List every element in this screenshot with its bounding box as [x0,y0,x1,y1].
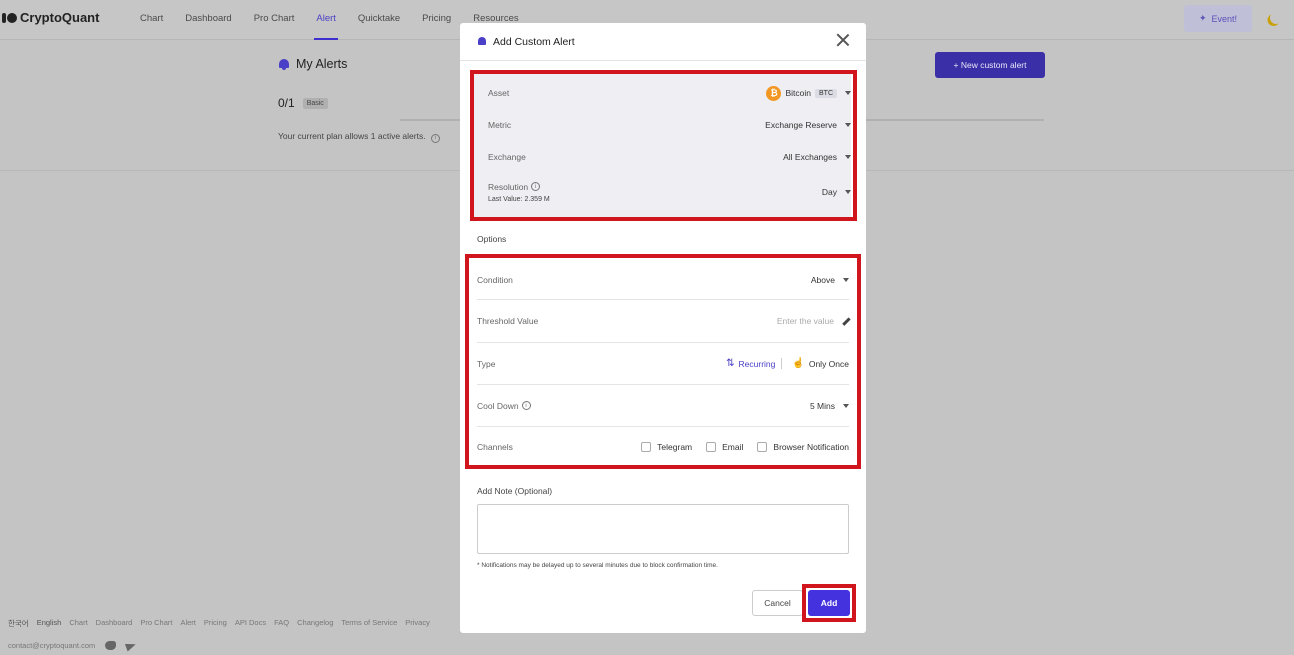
footer-link-terms[interactable]: Terms of Service [341,618,397,629]
footer-link-pricing[interactable]: Pricing [204,618,227,629]
nav-item-alert[interactable]: Alert [314,13,338,40]
lang-english[interactable]: English [37,618,62,629]
new-custom-alert-button[interactable]: + New custom alert [935,52,1045,78]
logo[interactable]: CryptoQuant [2,10,99,25]
alert-count: 0/1 Basic [278,96,328,110]
options-label: Options [477,234,507,244]
dark-mode-moon-icon[interactable] [1268,10,1283,25]
modal-title: Add Custom Alert [493,35,575,48]
add-button[interactable]: Add [808,590,850,616]
highlight-box-source [470,70,857,221]
my-alerts-header: My Alerts [278,57,347,71]
contact-email[interactable]: contact@cryptoquant.com [8,641,95,650]
note-label: Add Note (Optional) [477,486,553,496]
event-button[interactable]: ✦ Event! [1184,5,1252,32]
footer-link-api-docs[interactable]: API Docs [235,618,266,629]
plan-text: Your current plan allows 1 active alerts… [278,131,426,141]
footer-link-chart[interactable]: Chart [69,618,87,629]
footer-link-faq[interactable]: FAQ [274,618,289,629]
plan-info: Your current plan allows 1 active alerts… [278,131,440,143]
twitter-icon[interactable] [105,641,117,650]
close-icon[interactable] [836,33,850,47]
modal-header: Add Custom Alert [460,23,866,61]
nav-item-dashboard[interactable]: Dashboard [185,13,231,40]
footer-link-privacy[interactable]: Privacy [405,618,430,629]
lang-korean[interactable]: 한국어 [8,618,29,629]
cryptoquant-logo-icon [2,12,17,23]
note-textarea[interactable] [477,504,849,554]
footer-contact: contact@cryptoquant.com [8,640,138,651]
nav-item-pro-chart[interactable]: Pro Chart [254,13,295,40]
telegram-icon[interactable] [125,640,138,651]
delay-footnote: * Notifications may be delayed up to sev… [477,562,718,569]
footer-link-pro-chart[interactable]: Pro Chart [140,618,172,629]
nav-item-pricing[interactable]: Pricing [422,13,451,40]
info-icon[interactable]: i [430,133,440,143]
plan-badge: Basic [302,97,328,109]
footer-link-dashboard[interactable]: Dashboard [96,618,133,629]
cancel-button[interactable]: Cancel [752,590,803,616]
nav-item-chart[interactable]: Chart [140,13,163,40]
footer-link-alert[interactable]: Alert [180,618,195,629]
footer-link-changelog[interactable]: Changelog [297,618,333,629]
add-custom-alert-modal: Add Custom Alert Asset ₿ Bitcoin BTC Met… [460,23,866,633]
sparkle-icon: ✦ [1198,13,1207,23]
logo-text: CryptoQuant [20,10,100,25]
page-title: My Alerts [296,57,348,71]
highlight-box-options [465,254,861,469]
bell-icon [278,58,290,71]
nav-item-quicktake[interactable]: Quicktake [358,13,400,40]
footer-links: 한국어 English Chart Dashboard Pro Chart Al… [8,618,430,629]
alert-count-value: 0/1 [278,96,295,110]
event-label: Event! [1211,13,1238,24]
bell-icon [477,36,487,47]
